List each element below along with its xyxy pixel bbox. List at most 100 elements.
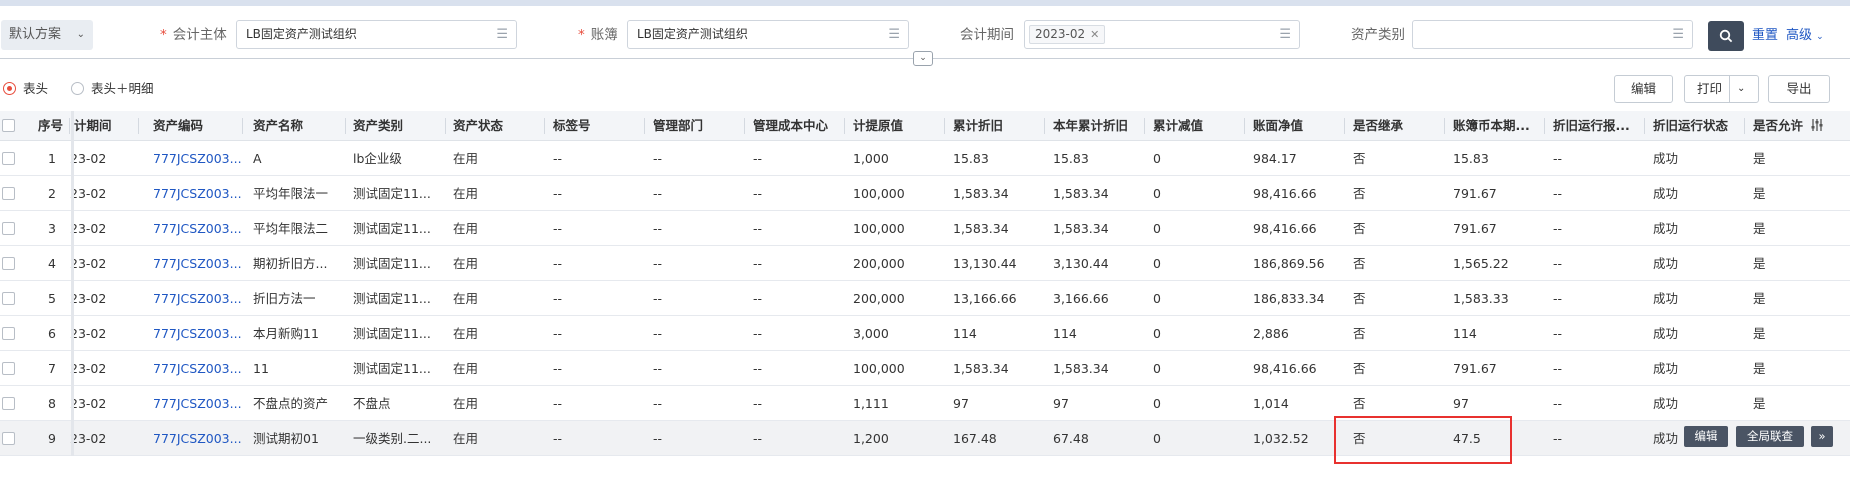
cell-original: 1,111 bbox=[853, 396, 889, 411]
col-original[interactable]: 计提原值 bbox=[845, 111, 945, 140]
entity-field[interactable]: LB固定资产测试组织 ☰ bbox=[236, 20, 517, 49]
collapse-toggle[interactable]: ⌄ bbox=[913, 51, 933, 66]
table-row[interactable]: 9 23-02 777JCSZ003... 测试期初01 一级类别.二... 在用 -- --… bbox=[0, 421, 1850, 456]
cell-impair: 0 bbox=[1153, 431, 1161, 446]
radio-header-detail[interactable]: 表头＋明细 bbox=[71, 80, 154, 98]
row-checkbox[interactable] bbox=[2, 362, 15, 375]
cell-impair: 0 bbox=[1153, 396, 1161, 411]
cell-accum-dep: 1,583.34 bbox=[953, 221, 1009, 236]
table-row[interactable]: 8 23-02 777JCSZ003... 不盘点的资产 不盘点 在用 -- -- -- 1,11… bbox=[0, 386, 1850, 421]
cell-status: 在用 bbox=[453, 361, 479, 376]
col-run-status[interactable]: 折旧运行状态 bbox=[1645, 111, 1745, 140]
entity-label: * 会计主体 bbox=[160, 27, 227, 43]
reset-link[interactable]: 重置 bbox=[1752, 21, 1778, 51]
table-row[interactable]: 7 23-02 777JCSZ003... 11 测试固定11... 在用 -- -- -- 10… bbox=[0, 351, 1850, 386]
list-icon[interactable]: ☰ bbox=[1279, 21, 1291, 48]
cell-inherit: 否 bbox=[1353, 396, 1366, 411]
category-field[interactable]: ☰ bbox=[1412, 20, 1693, 49]
table-row[interactable]: 5 23-02 777JCSZ003... 折旧方法一 测试固定11... 在用 -- -- -… bbox=[0, 281, 1850, 316]
cell-original: 200,000 bbox=[853, 291, 905, 306]
cell-code[interactable]: 777JCSZ003... bbox=[145, 421, 243, 455]
row-query-button[interactable]: 全局联查 bbox=[1736, 426, 1804, 447]
cell-impair: 0 bbox=[1153, 361, 1161, 376]
cell-category: 测试固定11... bbox=[353, 186, 431, 201]
col-period[interactable]: 计期间 bbox=[66, 111, 139, 140]
col-accum-dep[interactable]: 累计折旧 bbox=[945, 111, 1045, 140]
table-row[interactable]: 2 23-02 777JCSZ003... 平均年限法一 测试固定11... 在用 -- --… bbox=[0, 176, 1850, 211]
cell-period: 23-02 bbox=[70, 361, 107, 376]
row-checkbox[interactable] bbox=[2, 187, 15, 200]
book-label: * 账簿 bbox=[578, 27, 618, 43]
cell-inherit: 否 bbox=[1353, 256, 1366, 271]
cell-code[interactable]: 777JCSZ003... bbox=[145, 211, 243, 245]
search-button[interactable] bbox=[1708, 21, 1744, 51]
table-row[interactable]: 4 23-02 777JCSZ003... 期初折旧方... 测试固定11... 在用 --… bbox=[0, 246, 1850, 281]
frozen-column-divider bbox=[71, 111, 74, 456]
col-status[interactable]: 资产状态 bbox=[445, 111, 545, 140]
export-button[interactable]: 导出 bbox=[1768, 75, 1830, 103]
book-field[interactable]: LB固定资产测试组织 ☰ bbox=[627, 20, 909, 49]
col-report[interactable]: 折旧运行报... bbox=[1545, 111, 1645, 140]
row-checkbox[interactable] bbox=[2, 432, 15, 445]
list-icon[interactable]: ☰ bbox=[888, 21, 900, 48]
period-field[interactable]: 2023-02 ✕ ☰ bbox=[1024, 20, 1300, 49]
cell-code[interactable]: 777JCSZ003... bbox=[145, 141, 243, 175]
cell-name: 平均年限法一 bbox=[253, 186, 329, 201]
cell-allow: 是 bbox=[1753, 361, 1766, 376]
advanced-link[interactable]: 高级 ⌄ bbox=[1786, 21, 1824, 51]
col-tag[interactable]: 标签号 bbox=[545, 111, 645, 140]
row-edit-button[interactable]: 编辑 bbox=[1684, 426, 1728, 447]
column-settings-icon[interactable] bbox=[1810, 118, 1824, 136]
list-icon[interactable]: ☰ bbox=[1672, 21, 1684, 48]
col-category[interactable]: 资产类别 bbox=[345, 111, 446, 140]
col-period-dep[interactable]: 账簿币本期... bbox=[1445, 111, 1545, 140]
row-more-button[interactable]: » bbox=[1811, 426, 1833, 447]
col-dept[interactable]: 管理部门 bbox=[645, 111, 745, 140]
col-year-dep[interactable]: 本年累计折旧 bbox=[1045, 111, 1145, 140]
col-allow[interactable]: 是否允许 bbox=[1745, 111, 1815, 140]
col-impair[interactable]: 累计减值 bbox=[1145, 111, 1245, 140]
chevron-down-icon: ⌄ bbox=[76, 29, 85, 40]
col-seq: 2 bbox=[48, 186, 56, 201]
table-row[interactable]: 1 23-02 777JCSZ003... Alb企业级 在用 -- -- -- 1,000 15… bbox=[0, 141, 1850, 176]
cell-tag: -- bbox=[553, 186, 563, 201]
close-icon[interactable]: ✕ bbox=[1090, 28, 1099, 41]
col-cost-center[interactable]: 管理成本中心 bbox=[745, 111, 845, 140]
cell-code[interactable]: 777JCSZ003... bbox=[145, 386, 243, 420]
list-icon[interactable]: ☰ bbox=[496, 21, 508, 48]
row-checkbox[interactable] bbox=[2, 327, 15, 340]
cell-accum-dep: 13,130.44 bbox=[953, 256, 1017, 271]
row-checkbox[interactable] bbox=[2, 257, 15, 270]
cell-year-dep: 1,583.34 bbox=[1053, 361, 1109, 376]
col-name[interactable]: 资产名称 bbox=[245, 111, 346, 140]
table-row[interactable]: 3 23-02 777JCSZ003... 平均年限法二 测试固定11... 在用 -- --… bbox=[0, 211, 1850, 246]
cell-code[interactable]: 777JCSZ003... bbox=[145, 281, 243, 315]
select-all-checkbox[interactable] bbox=[2, 119, 15, 132]
table-row[interactable]: 6 23-02 777JCSZ003... 本月新购11 测试固定11... 在用 -- --… bbox=[0, 316, 1850, 351]
cell-code[interactable]: 777JCSZ003... bbox=[145, 351, 243, 385]
radio-header-only[interactable]: 表头 bbox=[3, 80, 48, 98]
cell-run-status: 成功 bbox=[1653, 361, 1679, 376]
cell-code[interactable]: 777JCSZ003... bbox=[145, 246, 243, 280]
scheme-label: 默认方案 bbox=[9, 27, 62, 42]
col-net[interactable]: 账面净值 bbox=[1245, 111, 1345, 140]
cell-period-dep: 1,583.33 bbox=[1453, 291, 1509, 306]
cell-net: 2,886 bbox=[1253, 326, 1289, 341]
cell-name: A bbox=[253, 151, 262, 166]
col-seq[interactable]: 序号 bbox=[26, 111, 70, 140]
row-checkbox[interactable] bbox=[2, 292, 15, 305]
scheme-dropdown[interactable]: 默认方案 ⌄ bbox=[1, 20, 93, 50]
edit-button[interactable]: 编辑 bbox=[1614, 75, 1673, 103]
col-inherit[interactable]: 是否继承 bbox=[1345, 111, 1445, 140]
col-code[interactable]: 资产编码 bbox=[145, 111, 243, 140]
period-tag[interactable]: 2023-02 ✕ bbox=[1029, 25, 1106, 44]
row-checkbox[interactable] bbox=[2, 152, 15, 165]
cell-allow: 是 bbox=[1753, 326, 1766, 341]
row-checkbox[interactable] bbox=[2, 397, 15, 410]
cell-code[interactable]: 777JCSZ003... bbox=[145, 176, 243, 210]
cell-period-dep: 791.67 bbox=[1453, 186, 1497, 201]
cell-code[interactable]: 777JCSZ003... bbox=[145, 316, 243, 350]
chevron-down-icon[interactable]: ⌄ bbox=[1737, 76, 1745, 102]
print-button[interactable]: 打印 ⌄ bbox=[1684, 75, 1759, 103]
row-checkbox[interactable] bbox=[2, 222, 15, 235]
